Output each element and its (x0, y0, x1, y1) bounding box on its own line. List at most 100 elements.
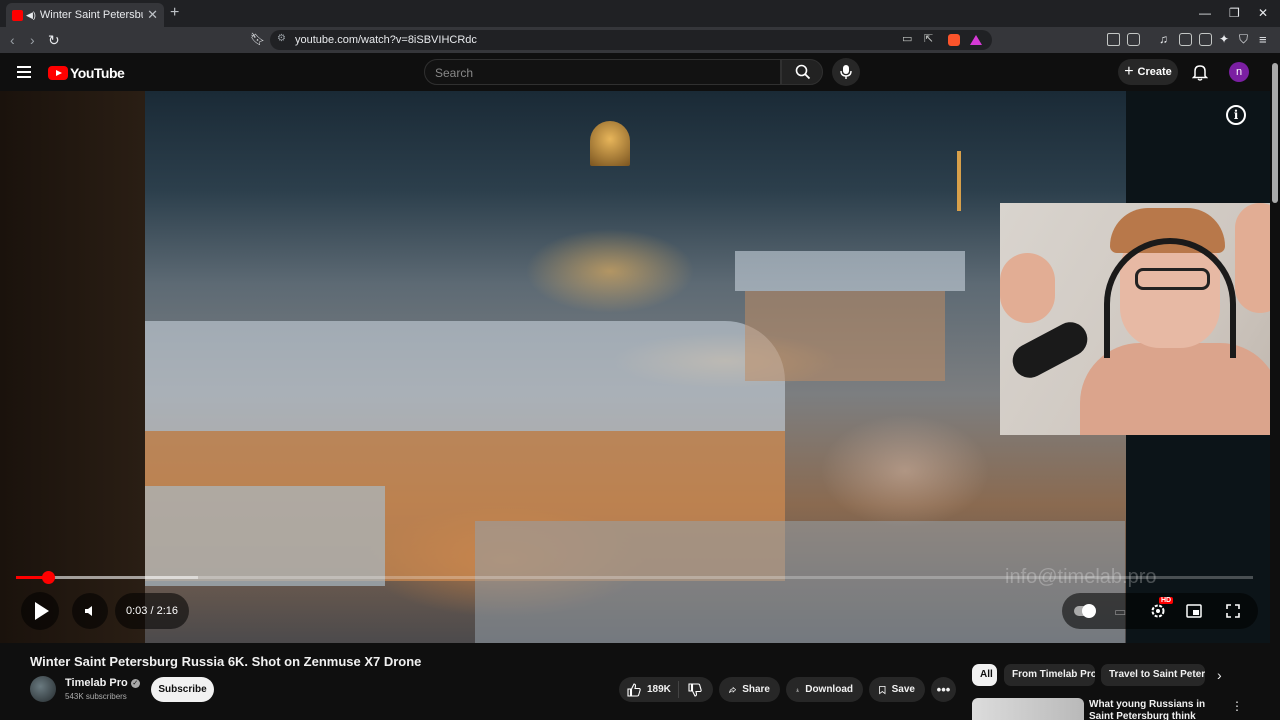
address-bar[interactable]: ⚙︎ youtube.com/watch?v=8iSBVIHCRdc ▭ ⇱ (270, 30, 992, 50)
related-video-thumbnail[interactable] (972, 698, 1084, 720)
settings-gear-icon[interactable] (1150, 603, 1166, 619)
brave-shields-icon[interactable] (948, 34, 960, 46)
youtube-favicon-icon (12, 9, 23, 21)
miniplayer-icon[interactable] (1186, 604, 1202, 618)
save-label: Save (891, 684, 915, 695)
channel-avatar[interactable] (30, 676, 56, 702)
youtube-play-logo-icon (48, 66, 68, 80)
glasses (1135, 268, 1210, 290)
sidebar-icon[interactable] (1179, 33, 1192, 46)
wallet-icon[interactable] (1199, 33, 1212, 46)
channel-name[interactable]: Timelab Pro ✓ (65, 677, 140, 689)
tab-title: Winter Saint Petersburg Russ (39, 9, 143, 21)
save-button[interactable]: Save (869, 677, 925, 702)
progress-bar[interactable] (16, 576, 1253, 579)
subscribe-button[interactable]: Subscribe (151, 677, 214, 702)
download-button[interactable]: Download (786, 677, 863, 702)
foreground-roof (145, 486, 385, 586)
video-title: Winter Saint Petersburg Russia 6K. Shot … (30, 654, 422, 669)
kebab-menu-icon[interactable]: ⋮ (1231, 699, 1243, 713)
share-icon (729, 686, 737, 693)
share-page-icon[interactable]: ⇱ (924, 32, 933, 45)
more-horizontal-icon: ••• (936, 682, 951, 697)
screenshot-icon[interactable] (1127, 33, 1140, 46)
bookmark-icon[interactable]: 🔖︎ (250, 32, 265, 46)
microphone-icon (840, 65, 852, 79)
info-icon[interactable]: i (1226, 105, 1246, 125)
vpn-shield-icon[interactable]: ⛉ (1239, 32, 1248, 47)
cast-icon[interactable]: ▭ (902, 32, 912, 45)
download-icon (796, 687, 799, 692)
player-letterbox-left (0, 91, 145, 643)
subscriber-count: 543K subscribers (65, 692, 127, 701)
play-button[interactable] (21, 592, 59, 630)
close-window-icon[interactable]: ✕ (1258, 6, 1268, 20)
youtube-header: YouTube Search + Create n (0, 53, 1280, 91)
site-info-icon[interactable]: ⚙︎ (277, 33, 286, 44)
close-tab-icon[interactable]: ✕ (147, 7, 158, 23)
page-scrollbar[interactable] (1270, 53, 1280, 720)
create-label: Create (1137, 66, 1172, 78)
verified-check-icon: ✓ (130, 679, 140, 688)
search-input[interactable]: Search (424, 59, 781, 85)
logo-text: YouTube (70, 65, 125, 81)
video-frame[interactable]: info@timelab.pro (145, 91, 1156, 643)
search-icon (795, 64, 811, 80)
scrollbar-thumb[interactable] (1272, 63, 1278, 203)
like-dislike-group: 189K (619, 677, 713, 702)
fullscreen-icon[interactable] (1226, 604, 1240, 618)
youtube-logo[interactable]: YouTube (48, 65, 125, 81)
dislike-button[interactable] (679, 682, 708, 697)
headset-icon (1104, 238, 1236, 358)
chip-from-channel[interactable]: From Timelab Pro (1004, 664, 1095, 686)
account-avatar[interactable]: n (1229, 62, 1249, 82)
streamer-hand-left (1000, 253, 1055, 323)
like-count: 189K (647, 684, 671, 695)
volume-icon (85, 606, 92, 616)
volume-button[interactable] (72, 593, 108, 629)
channel-name-text[interactable]: Timelab Pro (65, 677, 128, 689)
snowy-roof (145, 321, 785, 431)
webcam-overlay (1000, 203, 1270, 435)
cathedral-dome (590, 121, 630, 166)
distant-building (745, 291, 945, 381)
chevron-right-icon[interactable]: › (1217, 667, 1222, 683)
notifications-bell-icon[interactable] (1192, 64, 1208, 81)
download-label: Download (805, 684, 853, 695)
streamer-hand-right (1235, 203, 1270, 313)
like-button[interactable]: 189K (619, 681, 679, 698)
audio-playing-icon[interactable]: ◀) (26, 10, 36, 21)
url-text: youtube.com/watch?v=8iSBVIHCRdc (295, 34, 477, 46)
guide-menu-icon[interactable] (17, 66, 31, 81)
chip-all[interactable]: All (972, 664, 997, 686)
related-video-title[interactable]: What young Russians in Saint Petersburg … (1089, 699, 1219, 720)
restore-icon[interactable]: ❐ (1229, 6, 1240, 20)
browser-tab[interactable]: ◀) Winter Saint Petersburg Russ ✕ (6, 3, 164, 27)
distant-roof (735, 251, 965, 291)
leo-ai-icon[interactable]: ✦ (1219, 32, 1229, 46)
thumbs-up-icon (627, 682, 641, 697)
share-button[interactable]: Share (719, 677, 780, 702)
menu-icon[interactable]: ≡ (1259, 32, 1267, 47)
media-controls-icon[interactable]: ♫ (1159, 32, 1168, 46)
hd-badge: HD (1159, 597, 1174, 604)
create-button[interactable]: + Create (1118, 59, 1178, 85)
minimize-icon[interactable]: — (1199, 6, 1211, 20)
forward-icon[interactable]: › (30, 32, 35, 48)
brave-rewards-icon[interactable] (970, 35, 982, 45)
search-button[interactable] (781, 59, 823, 85)
plus-icon: + (1124, 63, 1134, 80)
time-display: 0:03 / 2:16 (115, 593, 189, 629)
back-icon[interactable]: ‹ (10, 32, 15, 48)
video-player[interactable]: info@timelab.pro i 0:03 / 2:16 ▭ HD (0, 91, 1270, 643)
new-tab-icon[interactable]: + (170, 4, 179, 22)
subtitles-icon[interactable]: ▭ (1114, 604, 1126, 620)
autoplay-toggle[interactable] (1074, 604, 1096, 618)
extensions-icon[interactable] (1107, 33, 1120, 46)
more-actions-button[interactable]: ••• (931, 677, 956, 702)
chip-related-topic[interactable]: Travel to Saint Petersb (1101, 664, 1205, 686)
browser-toolbar: ‹ › ↻ 🔖︎ ⚙︎ youtube.com/watch?v=8iSBVIHC… (0, 27, 1280, 53)
voice-search-button[interactable] (832, 58, 860, 86)
reload-icon[interactable]: ↻ (48, 32, 60, 49)
thumbs-down-icon (688, 682, 702, 697)
